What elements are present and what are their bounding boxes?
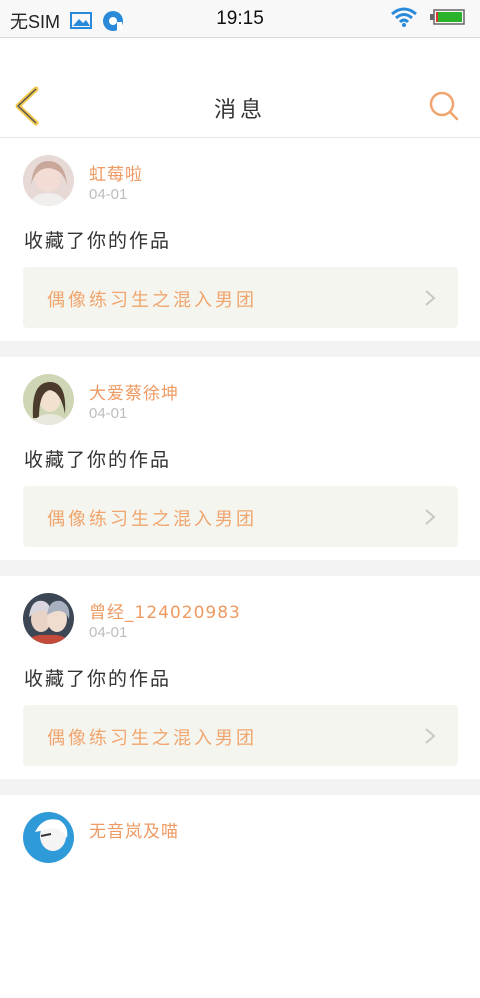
work-title: 偶像练习生之混入男团: [47, 728, 257, 749]
username[interactable]: 虹莓啦: [89, 160, 143, 185]
list-item[interactable]: 无音岚及喵: [0, 795, 480, 998]
avatar[interactable]: [23, 155, 74, 206]
username[interactable]: 曾经_124020983: [89, 598, 241, 623]
action-text: 收藏了你的作品: [24, 449, 172, 471]
avatar[interactable]: [23, 593, 74, 644]
username[interactable]: 无音岚及喵: [89, 817, 179, 842]
username[interactable]: 大爱蔡徐坤: [89, 379, 179, 404]
divider: [0, 560, 480, 576]
search-icon: [429, 91, 459, 121]
message-list: 虹莓啦 04-01 收藏了你的作品 偶像练习生之混入男团 大爱蔡徐坤 04-01…: [0, 138, 480, 998]
list-item[interactable]: 大爱蔡徐坤 04-01 收藏了你的作品 偶像练习生之混入男团: [0, 357, 480, 560]
divider: [0, 779, 480, 795]
message-date: 04-01: [89, 186, 128, 203]
work-link[interactable]: 偶像练习生之混入男团: [23, 267, 458, 328]
divider: [0, 341, 480, 357]
chevron-right-icon: [425, 290, 436, 306]
action-text: 收藏了你的作品: [24, 668, 172, 690]
list-item[interactable]: 虹莓啦 04-01 收藏了你的作品 偶像练习生之混入男团: [0, 138, 480, 341]
work-title: 偶像练习生之混入男团: [47, 290, 257, 311]
battery-charging-icon: [430, 7, 466, 31]
search-button[interactable]: [428, 90, 460, 122]
wifi-icon: [390, 6, 418, 32]
status-right: [378, 6, 466, 32]
avatar[interactable]: [23, 812, 74, 863]
message-date: 04-01: [89, 624, 128, 641]
page-title: 消息: [213, 98, 266, 123]
chevron-right-icon: [425, 509, 436, 525]
message-date: 04-01: [89, 405, 128, 422]
header-bar: 消息: [0, 70, 480, 138]
chevron-right-icon: [425, 728, 436, 744]
work-link[interactable]: 偶像练习生之混入男团: [23, 486, 458, 547]
list-item[interactable]: 曾经_124020983 04-01 收藏了你的作品 偶像练习生之混入男团: [0, 576, 480, 779]
avatar[interactable]: [23, 374, 74, 425]
action-text: 收藏了你的作品: [24, 230, 172, 252]
work-title: 偶像练习生之混入男团: [47, 509, 257, 530]
work-link[interactable]: 偶像练习生之混入男团: [23, 705, 458, 766]
status-bar: 无SIM 19:15: [0, 0, 480, 38]
